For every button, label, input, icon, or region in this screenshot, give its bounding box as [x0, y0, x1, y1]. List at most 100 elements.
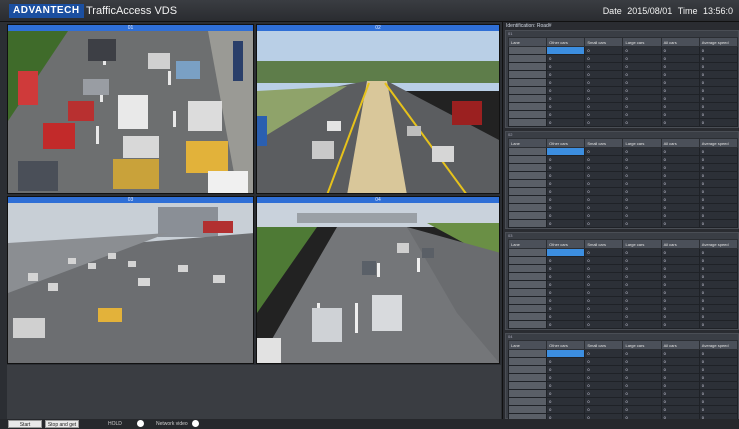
value-cell: 0	[660, 163, 700, 172]
value-cell: 0	[698, 94, 739, 103]
hold-radio[interactable]	[137, 420, 144, 427]
table-row: 00000	[507, 373, 739, 382]
value-cell: 0	[584, 381, 624, 390]
network-video-radio[interactable]	[192, 420, 199, 427]
stop-and-count-button[interactable]: Stop and get count	[45, 420, 79, 428]
value-cell: 0	[584, 357, 624, 366]
lane-cell	[507, 349, 548, 358]
value-cell: 0	[622, 86, 662, 95]
camera-view-1[interactable]: 01	[7, 24, 254, 194]
value-cell: 0	[698, 179, 739, 188]
value-cell: 0	[660, 349, 700, 358]
lane-cell	[507, 46, 548, 55]
table-row: 00000	[507, 389, 739, 398]
value-cell: 0	[584, 70, 624, 79]
table-row: 00000	[507, 365, 739, 374]
value-cell: 0	[660, 70, 700, 79]
column-header: Other cars	[546, 37, 586, 47]
value-cell: 0	[622, 187, 662, 196]
value-cell: 0	[622, 397, 662, 406]
camera-view-2[interactable]: 02	[256, 24, 500, 194]
value-cell: 0	[584, 86, 624, 95]
network-video-label: Network video	[156, 421, 188, 427]
time-label: Time	[677, 6, 698, 16]
value-cell: 0	[622, 357, 662, 366]
statistics-panel: Identification: Road# 01 Lane Other cars Sm…	[502, 22, 739, 422]
value-cell: 0	[546, 381, 586, 390]
value-cell: 0	[660, 256, 700, 265]
table-row: 00000	[507, 219, 739, 228]
value-cell: 0	[622, 179, 662, 188]
value-cell: 0	[698, 62, 739, 71]
value-cell: 0	[622, 102, 662, 111]
lane-cell	[507, 304, 548, 313]
value-cell: 0	[698, 54, 739, 63]
table-row: 00000	[507, 94, 739, 103]
lane-stats-block: 02 Lane Other cars Small cars Large cars All …	[505, 131, 739, 229]
value-cell: 0	[698, 320, 739, 329]
camera-feed-4	[257, 203, 499, 363]
value-cell: 0	[660, 296, 700, 305]
lane-cell	[507, 381, 548, 390]
column-header: Small cars	[584, 37, 624, 47]
column-header: Average speed	[698, 37, 739, 47]
camera-view-4[interactable]: 04	[256, 196, 500, 364]
value-cell: 0	[546, 296, 586, 305]
value-cell: 0	[584, 94, 624, 103]
value-cell: 0	[660, 110, 700, 119]
value-cell: 0	[546, 179, 586, 188]
value-cell: 0	[698, 272, 739, 281]
value-cell: 0	[546, 195, 586, 204]
column-header: Lane	[507, 340, 548, 350]
table-row: 00000	[507, 381, 739, 390]
start-button[interactable]: Start	[8, 420, 42, 428]
camera-feed-3	[8, 203, 253, 363]
value-cell: 0	[660, 389, 700, 398]
value-cell: 0	[584, 256, 624, 265]
camera-view-3[interactable]: 03	[7, 196, 254, 364]
column-header: Lane	[507, 37, 548, 47]
value-cell: 0	[622, 195, 662, 204]
lane-stats-table: Lane Other cars Small cars Large cars All ca…	[507, 239, 739, 329]
value-cell: 0	[622, 365, 662, 374]
table-row: 00000	[507, 288, 739, 297]
lane-cell	[507, 256, 548, 265]
value-cell: 0	[660, 248, 700, 257]
value-cell: 0	[584, 54, 624, 63]
lane-stats-table: Lane Other cars Small cars Large cars All ca…	[507, 37, 739, 127]
value-cell: 0	[622, 381, 662, 390]
value-cell: 0	[698, 357, 739, 366]
value-cell: 0	[660, 62, 700, 71]
value-cell: 0	[660, 118, 700, 127]
value-cell: 0	[546, 365, 586, 374]
value-cell: 0	[660, 78, 700, 87]
value-cell: 0	[660, 195, 700, 204]
table-row: 00000	[507, 272, 739, 281]
lane-cell	[507, 78, 548, 87]
block-tag: 02	[508, 132, 513, 137]
value-cell: 0	[584, 102, 624, 111]
value-cell: 0	[660, 94, 700, 103]
value-cell: 0	[698, 195, 739, 204]
table-row: 00000	[507, 62, 739, 71]
value-cell: 0	[622, 62, 662, 71]
lane-stats-table: Lane Other cars Small cars Large cars All ca…	[507, 340, 739, 422]
value-cell: 0	[584, 373, 624, 382]
value-cell	[546, 248, 586, 257]
value-cell: 0	[660, 54, 700, 63]
value-cell: 0	[698, 288, 739, 297]
lane-cell	[507, 102, 548, 111]
value-cell	[546, 349, 586, 358]
lane-cell	[507, 320, 548, 329]
value-cell: 0	[660, 304, 700, 313]
value-cell: 0	[698, 147, 739, 156]
value-cell: 0	[660, 171, 700, 180]
value-cell: 0	[546, 389, 586, 398]
lane-cell	[507, 195, 548, 204]
table-row: 00000	[507, 179, 739, 188]
value-cell: 0	[584, 203, 624, 212]
panel-title: Identification: Road#	[506, 23, 552, 29]
value-cell: 0	[698, 46, 739, 55]
control-footer: Start Stop and get count HOLD Network vi…	[0, 419, 739, 429]
value-cell: 0	[698, 86, 739, 95]
